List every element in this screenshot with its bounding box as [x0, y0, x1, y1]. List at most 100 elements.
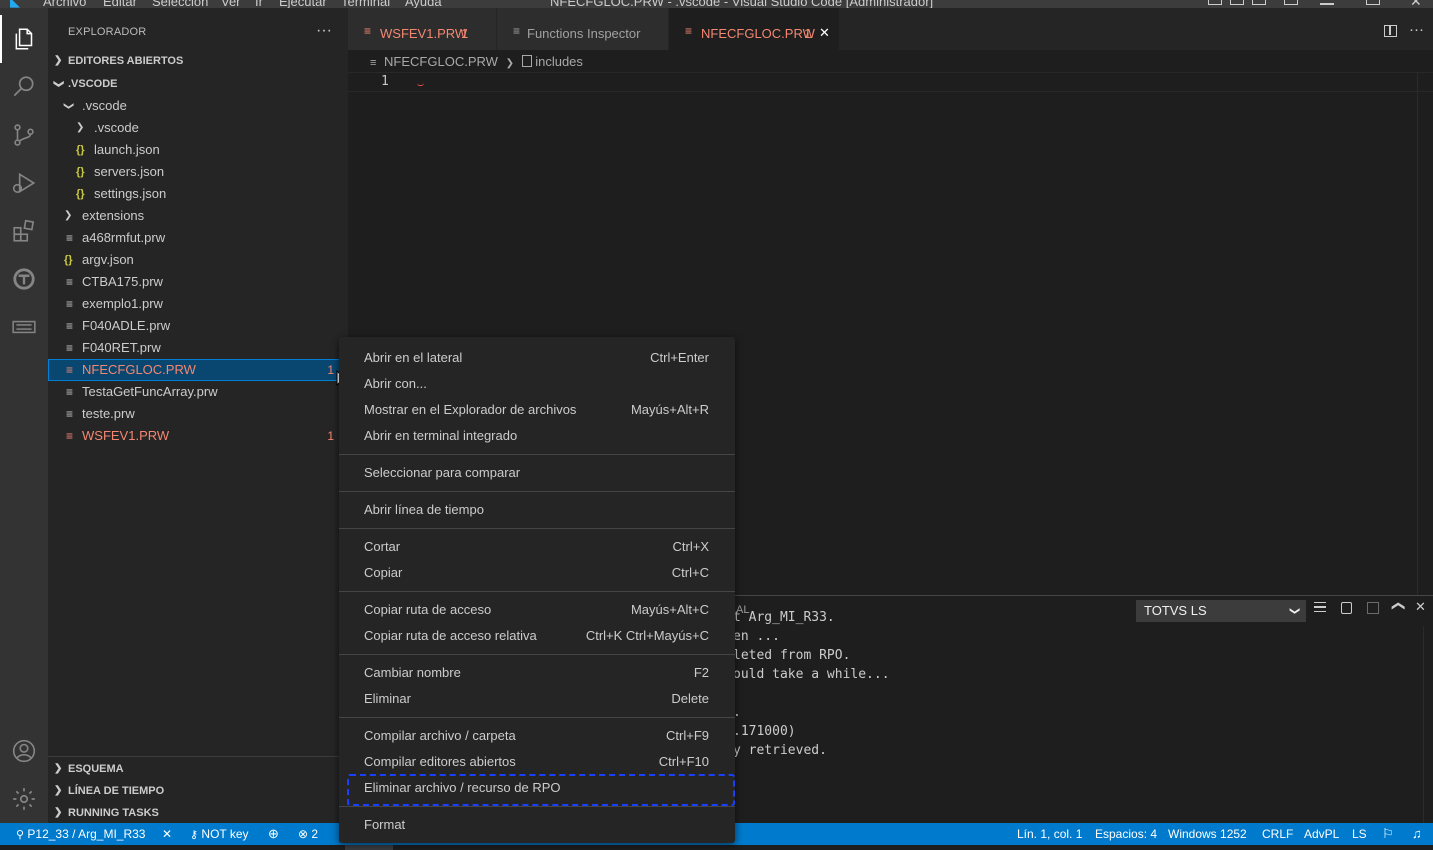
tree-item[interactable]: ❯ .vscode — [48, 117, 348, 139]
section-2[interactable]: ❯ RUNNING TASKS — [48, 802, 348, 824]
menu-4[interactable]: Ir — [255, 0, 263, 8]
tree-item[interactable]: {} argv.json — [48, 249, 348, 271]
tree-item[interactable]: ≡ NFECFGLOC.PRW 1 — [48, 359, 348, 381]
totvs-icon[interactable] — [0, 255, 48, 303]
tree-item-label: argv.json — [82, 252, 134, 267]
feedback-icon[interactable]: ⚐ — [1382, 826, 1394, 842]
output-line: .171000) — [733, 724, 796, 739]
problems-status[interactable]: ⊗ 2 — [298, 827, 318, 841]
disconnect-icon[interactable]: ✕ — [162, 827, 172, 841]
notifications-bell-icon[interactable]: ♫ — [1412, 826, 1422, 841]
tree-item[interactable]: ≡ TestaGetFuncArray.prw — [48, 381, 348, 403]
language-mode[interactable]: AdvPL — [1304, 827, 1339, 841]
customize-layout-icon[interactable] — [1284, 0, 1298, 5]
tree-item[interactable]: ≡ WSFEV1.PRW 1 — [48, 425, 348, 447]
context-menu-item[interactable]: Copiar Ctrl+C — [339, 560, 735, 586]
context-menu-item[interactable]: Mostrar en el Explorador de archivos Mayú… — [339, 397, 735, 423]
file-icon: ≡ — [66, 319, 74, 333]
menu-7[interactable]: Ayuda — [405, 0, 442, 8]
context-menu-item[interactable]: Seleccionar para comparar — [339, 460, 735, 486]
restore-icon[interactable] — [1366, 0, 1380, 5]
tree-item[interactable]: {} settings.json — [48, 183, 348, 205]
language-server[interactable]: LS — [1352, 827, 1367, 841]
context-menu-item[interactable]: Compilar archivo / carpeta Ctrl+F9 — [339, 723, 735, 749]
clear-output-icon[interactable] — [1314, 602, 1326, 612]
panel-scrollbar[interactable] — [1423, 626, 1424, 824]
context-menu-item[interactable]: Copiar ruta de acceso Mayús+Alt+C — [339, 597, 735, 623]
menu-1[interactable]: Editar — [103, 0, 137, 8]
close-panel-icon[interactable]: ✕ — [1415, 599, 1426, 615]
menu-5[interactable]: Ejecutar — [279, 0, 327, 8]
context-menu-item[interactable]: Compilar editores abiertos Ctrl+F10 — [339, 749, 735, 775]
context-menu-item[interactable]: Cortar Ctrl+X — [339, 534, 735, 560]
menu-3[interactable]: Ver — [221, 0, 241, 8]
tree-item-label: CTBA175.prw — [82, 274, 163, 289]
layout-icon[interactable] — [1208, 0, 1222, 5]
close-window-icon[interactable]: ✕ — [1410, 0, 1422, 8]
settings-gear-icon[interactable] — [0, 775, 48, 823]
breadcrumb-symbol[interactable]: includes — [535, 54, 583, 69]
tree-item[interactable]: {} launch.json — [48, 139, 348, 161]
key-status[interactable]: ⚷ NOT key — [190, 827, 249, 841]
cursor-position[interactable]: Lín. 1, col. 1 — [1017, 827, 1082, 841]
context-menu-item[interactable]: Abrir línea de tiempo — [339, 497, 735, 523]
editor-scrollbar[interactable] — [1417, 72, 1433, 595]
editor-more-icon[interactable]: ··· — [1409, 21, 1424, 38]
context-menu-item[interactable]: Abrir en terminal integrado — [339, 423, 735, 449]
context-menu-item[interactable]: Copiar ruta de acceso relativa Ctrl+K Ctr… — [339, 623, 735, 649]
context-menu-item[interactable]: Format — [339, 812, 735, 838]
minimize-icon[interactable] — [1320, 3, 1334, 5]
section-0[interactable]: ❯ ESQUEMA — [48, 758, 348, 780]
more-actions-icon[interactable]: ··· — [316, 22, 332, 40]
context-menu-item[interactable]: Cambiar nombre F2 — [339, 660, 735, 686]
open-log-icon[interactable] — [1367, 602, 1379, 614]
menu-0[interactable]: Archivo — [43, 0, 86, 8]
tree-item[interactable]: ≡ teste.prw — [48, 403, 348, 425]
tree-item[interactable]: ≡ F040RET.prw — [48, 337, 348, 359]
file-icon: ≡ — [66, 363, 74, 377]
tree-item[interactable]: ❯ .vscode — [48, 95, 348, 117]
section-open-editors[interactable]: ❯ EDITORES ABIERTOS — [48, 50, 348, 72]
encoding[interactable]: Windows 1252 — [1168, 827, 1247, 841]
close-tab-icon[interactable]: ✕ — [819, 25, 830, 41]
menu-6[interactable]: Terminal — [341, 0, 390, 8]
tree-item[interactable]: ≡ a468rmfut.prw — [48, 227, 348, 249]
file-icon: ≡ — [66, 275, 74, 289]
tree-item[interactable]: ≡ F040ADLE.prw — [48, 315, 348, 337]
tree-item[interactable]: ≡ CTBA175.prw — [48, 271, 348, 293]
sidebar-layout-icon[interactable] — [1252, 0, 1266, 5]
split-editor-icon[interactable] — [1384, 25, 1397, 37]
context-menu-item[interactable]: Eliminar Delete — [339, 686, 735, 712]
tree-item[interactable]: {} servers.json — [48, 161, 348, 183]
extensions-icon[interactable] — [0, 207, 48, 255]
section-1[interactable]: ❯ LÍNEA DE TIEMPO — [48, 780, 348, 802]
tab-wsfev1[interactable]: ≡ WSFEV1.PRW 1 — [348, 8, 496, 50]
server-status[interactable]: ⚲ P12_33 / Arg_MI_R33 — [16, 827, 145, 841]
explorer-icon[interactable] — [0, 15, 48, 63]
run-debug-icon[interactable] — [0, 159, 48, 207]
menu-2[interactable]: Selección — [152, 0, 208, 8]
search-icon[interactable] — [0, 63, 48, 111]
tree-item-label: launch.json — [94, 142, 160, 157]
tree-item[interactable]: ❯ extensions — [48, 205, 348, 227]
indentation[interactable]: Espacios: 4 — [1095, 827, 1157, 841]
remote-icon[interactable] — [0, 303, 48, 351]
section-workspace-root[interactable]: ❯ .VSCODE — [48, 73, 348, 95]
context-menu-item[interactable]: Abrir con... — [339, 371, 735, 397]
panel-layout-icon[interactable] — [1230, 0, 1244, 5]
keybinding: Delete — [671, 691, 709, 706]
account-icon[interactable] — [0, 727, 48, 775]
lock-scroll-icon[interactable] — [1341, 602, 1352, 614]
end-of-line[interactable]: CRLF — [1262, 827, 1293, 841]
chevron-right-icon: ❯ — [54, 785, 63, 796]
source-control-icon[interactable] — [0, 111, 48, 159]
context-menu-item[interactable]: Abrir en el lateral Ctrl+Enter — [339, 345, 735, 371]
output-channel-select[interactable]: TOTVS LS ❯ — [1136, 600, 1306, 622]
globe-icon[interactable]: ⊕ — [268, 826, 279, 842]
tab-nfecfgloc[interactable]: ≡ NFECFGLOC.PRW 1 ✕ — [669, 8, 839, 50]
file-icon: ≡ — [364, 24, 372, 38]
breadcrumb-file[interactable]: NFECFGLOC.PRW — [384, 54, 498, 69]
tree-item[interactable]: ≡ exemplo1.prw — [48, 293, 348, 315]
maximize-panel-icon[interactable]: ❯ — [1389, 601, 1405, 612]
tab-functions-inspector[interactable]: ≡ Functions Inspector — [497, 8, 668, 50]
